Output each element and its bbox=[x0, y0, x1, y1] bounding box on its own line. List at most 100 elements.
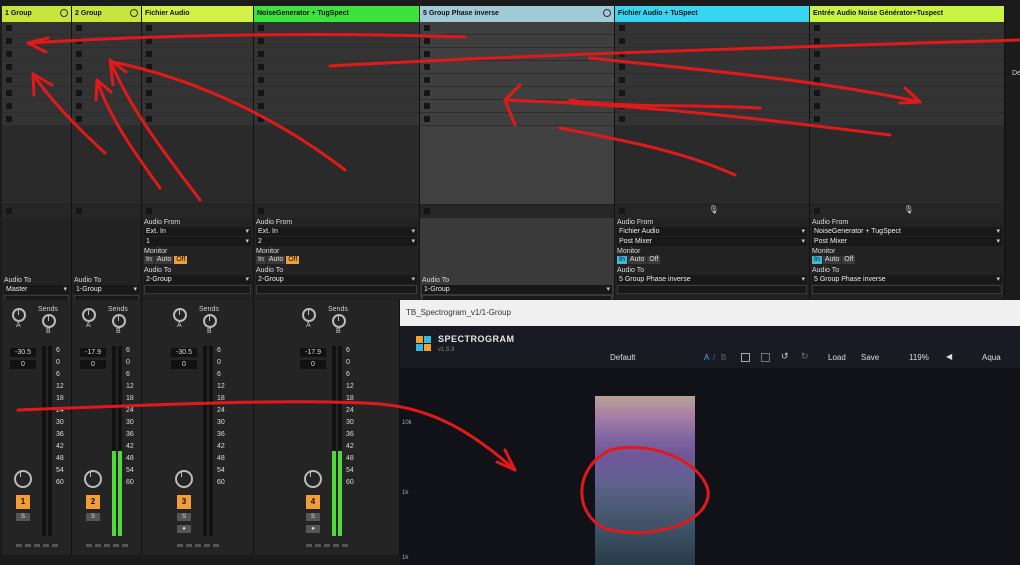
solo-button[interactable]: S bbox=[86, 513, 100, 521]
volume-value[interactable]: -17.9 bbox=[80, 348, 106, 357]
clip-stop-icon[interactable] bbox=[146, 103, 152, 109]
clip-stop-icon[interactable] bbox=[814, 51, 820, 57]
clip-slot[interactable] bbox=[615, 22, 809, 35]
crossfade-assign[interactable] bbox=[177, 544, 219, 550]
audio-from-channel-select[interactable]: 2 bbox=[256, 237, 417, 246]
routing-box[interactable] bbox=[144, 285, 251, 294]
solo-button[interactable]: S bbox=[16, 513, 30, 521]
send-a-knob[interactable] bbox=[12, 308, 26, 322]
redo-icon[interactable]: ↻ bbox=[801, 351, 809, 362]
clip-slot[interactable] bbox=[2, 61, 71, 74]
send-a-knob[interactable] bbox=[302, 308, 316, 322]
clip-slot[interactable] bbox=[810, 74, 1004, 87]
audio-to-select[interactable]: 5 Group Phase inverse bbox=[617, 275, 807, 284]
monitor-in-button[interactable]: In bbox=[144, 256, 154, 264]
clip-stop-icon[interactable] bbox=[619, 90, 625, 96]
clip-stop-icon[interactable] bbox=[76, 64, 82, 70]
clip-slot[interactable] bbox=[254, 61, 419, 74]
clip-stop-icon[interactable] bbox=[619, 38, 625, 44]
clip-stop-icon[interactable] bbox=[814, 77, 820, 83]
monitor-off-button[interactable]: Off bbox=[174, 256, 188, 264]
clip-slot[interactable] bbox=[142, 87, 253, 100]
arm-button[interactable]: ● bbox=[306, 525, 320, 533]
microphone-icon[interactable]: 🎙 bbox=[904, 205, 914, 214]
clip-slot[interactable] bbox=[810, 113, 1004, 126]
clip-slot[interactable] bbox=[72, 22, 141, 35]
pan-knob[interactable] bbox=[304, 470, 322, 488]
clip-stop-icon[interactable] bbox=[258, 116, 264, 122]
stop-all-icon[interactable] bbox=[258, 208, 264, 214]
clip-stop-icon[interactable] bbox=[146, 38, 152, 44]
clip-stop-icon[interactable] bbox=[619, 64, 625, 70]
clip-slot[interactable] bbox=[72, 35, 141, 48]
track-header[interactable]: 2 Group bbox=[72, 6, 141, 22]
send-a-knob[interactable] bbox=[82, 308, 96, 322]
routing-box[interactable] bbox=[812, 285, 1002, 294]
clip-slot[interactable] bbox=[810, 61, 1004, 74]
stop-all-icon[interactable] bbox=[424, 208, 430, 214]
clip-stop-icon[interactable] bbox=[6, 25, 12, 31]
empty-slot-area[interactable] bbox=[142, 126, 253, 205]
pan-value[interactable]: 0 bbox=[171, 360, 197, 369]
clip-stop-icon[interactable] bbox=[146, 77, 152, 83]
pan-knob[interactable] bbox=[175, 470, 193, 488]
ab-b-button[interactable]: B bbox=[721, 353, 726, 362]
track-header[interactable]: Fichier Audio + TuSpect bbox=[615, 6, 809, 22]
clip-stop-icon[interactable] bbox=[258, 64, 264, 70]
clip-slot[interactable] bbox=[142, 100, 253, 113]
clip-stop-icon[interactable] bbox=[146, 116, 152, 122]
clip-stop-icon[interactable] bbox=[814, 64, 820, 70]
clip-slot[interactable] bbox=[254, 113, 419, 126]
clip-stop-icon[interactable] bbox=[6, 103, 12, 109]
empty-slot-area[interactable] bbox=[420, 126, 614, 205]
undo-icon[interactable]: ↺ bbox=[781, 351, 789, 362]
copy-icon[interactable] bbox=[741, 353, 750, 362]
empty-slot-area[interactable] bbox=[810, 126, 1004, 205]
stop-all-icon[interactable] bbox=[6, 208, 12, 214]
empty-slot-area[interactable] bbox=[254, 126, 419, 205]
audio-to-select[interactable]: 2-Group bbox=[144, 275, 251, 284]
clip-stop-icon[interactable] bbox=[619, 51, 625, 57]
clip-slot[interactable] bbox=[254, 74, 419, 87]
monitor-in-button[interactable]: In bbox=[812, 256, 822, 264]
clip-stop-icon[interactable] bbox=[76, 51, 82, 57]
stop-all-icon[interactable] bbox=[76, 208, 82, 214]
track-header[interactable]: 1 Group bbox=[2, 6, 71, 22]
clip-stop-icon[interactable] bbox=[814, 116, 820, 122]
monitor-auto-button[interactable]: Auto bbox=[154, 256, 174, 264]
solo-button[interactable]: S bbox=[177, 513, 191, 521]
volume-value[interactable]: -30.5 bbox=[171, 348, 197, 357]
audio-to-select[interactable]: 1-Group bbox=[422, 285, 612, 294]
clip-stop-icon[interactable] bbox=[146, 90, 152, 96]
group-fold-icon[interactable] bbox=[130, 9, 138, 17]
ab-a-button[interactable]: A bbox=[704, 353, 709, 362]
clip-slot[interactable] bbox=[72, 74, 141, 87]
clip-stop-icon[interactable] bbox=[424, 64, 430, 70]
audio-from-channel-select[interactable]: Post Mixer bbox=[617, 237, 807, 246]
clip-slot[interactable] bbox=[2, 74, 71, 87]
clip-stop-icon[interactable] bbox=[6, 116, 12, 122]
routing-box[interactable] bbox=[617, 285, 807, 294]
clip-slot[interactable] bbox=[142, 74, 253, 87]
send-b-knob[interactable] bbox=[112, 314, 126, 328]
pan-knob[interactable] bbox=[14, 470, 32, 488]
stop-all-icon[interactable] bbox=[619, 208, 625, 214]
empty-slot-area[interactable] bbox=[2, 126, 71, 205]
solo-button[interactable]: S bbox=[306, 513, 320, 521]
clip-stop-icon[interactable] bbox=[814, 38, 820, 44]
pan-value[interactable]: 0 bbox=[300, 360, 326, 369]
clip-slot[interactable] bbox=[254, 87, 419, 100]
crossfade-assign[interactable] bbox=[306, 544, 348, 550]
stop-all-icon[interactable] bbox=[146, 208, 152, 214]
clip-slot[interactable] bbox=[420, 87, 614, 100]
audio-from-channel-select[interactable]: 1 bbox=[144, 237, 251, 246]
clip-slot[interactable] bbox=[810, 48, 1004, 61]
send-b-knob[interactable] bbox=[203, 314, 217, 328]
track-activator-button[interactable]: 1 bbox=[16, 495, 30, 509]
group-fold-icon[interactable] bbox=[603, 9, 611, 17]
preset-name[interactable]: Default bbox=[610, 353, 635, 362]
clip-slot[interactable] bbox=[615, 48, 809, 61]
clip-stop-icon[interactable] bbox=[424, 103, 430, 109]
clip-slot[interactable] bbox=[615, 100, 809, 113]
clip-slot[interactable] bbox=[254, 100, 419, 113]
